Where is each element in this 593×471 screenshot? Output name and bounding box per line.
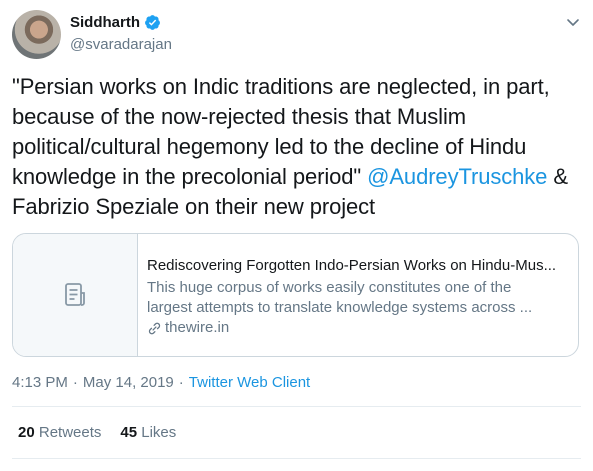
card-domain-text: thewire.in xyxy=(165,319,230,336)
meta-separator: · xyxy=(72,374,78,391)
divider xyxy=(12,458,581,459)
display-name[interactable]: Siddharth xyxy=(70,14,140,31)
verified-badge-icon xyxy=(145,15,160,30)
retweets-count: 20 xyxy=(18,424,35,441)
divider xyxy=(12,406,581,407)
avatar[interactable] xyxy=(12,10,61,59)
tweet-stats: 20 Retweets 45 Likes xyxy=(18,424,176,441)
author-name-row[interactable]: Siddharth xyxy=(70,14,161,31)
author-handle[interactable]: @svaradarajan xyxy=(70,36,172,53)
link-card[interactable]: Rediscovering Forgotten Indo-Persian Wor… xyxy=(12,233,579,357)
document-icon xyxy=(65,283,85,306)
chevron-down-icon[interactable] xyxy=(563,12,583,32)
tweet-date[interactable]: May 14, 2019 xyxy=(83,374,174,391)
card-description-line: largest attempts to translate knowledge … xyxy=(147,299,533,316)
card-description: This huge corpus of works easily constit… xyxy=(147,278,567,318)
mention-link[interactable]: @AudreyTruschke xyxy=(367,164,547,189)
likes-stat[interactable]: 45 Likes xyxy=(120,424,176,441)
link-icon xyxy=(148,322,161,334)
likes-count: 45 xyxy=(120,424,138,441)
tweet-meta: 4:13 PM · May 14, 2019 · Twitter Web Cli… xyxy=(12,374,310,391)
meta-separator: · xyxy=(178,374,184,391)
tweet-source-link[interactable]: Twitter Web Client xyxy=(189,374,310,391)
tweet: Siddharth @svaradarajan "Persian works o… xyxy=(0,0,593,471)
card-title: Rediscovering Forgotten Indo-Persian Wor… xyxy=(147,257,557,274)
tweet-text: "Persian works on Indic traditions are n… xyxy=(12,72,582,222)
card-thumbnail xyxy=(13,234,138,356)
retweets-label: Retweets xyxy=(38,424,102,441)
retweets-stat[interactable]: 20 Retweets xyxy=(18,424,101,441)
card-domain: thewire.in xyxy=(147,318,567,338)
likes-label: Likes xyxy=(141,424,177,441)
tweet-time[interactable]: 4:13 PM xyxy=(12,374,68,391)
card-description-line: This huge corpus of works easily constit… xyxy=(147,279,512,296)
card-body: Rediscovering Forgotten Indo-Persian Wor… xyxy=(147,256,567,338)
